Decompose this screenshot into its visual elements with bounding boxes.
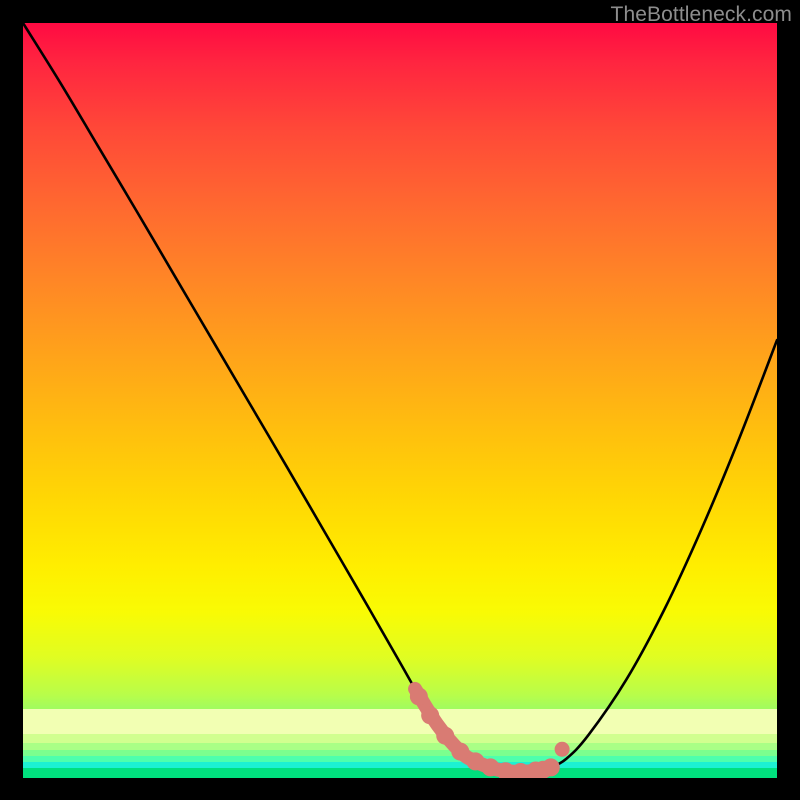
highlight-marker-extra: [555, 742, 570, 757]
highlight-marker: [542, 758, 560, 776]
highlight-marker: [410, 687, 428, 705]
highlight-marker: [436, 727, 454, 745]
bottleneck-curve: [23, 23, 777, 772]
plot-area: [23, 23, 777, 778]
chart-frame: TheBottleneck.com: [0, 0, 800, 800]
watermark-text: TheBottleneck.com: [611, 3, 792, 27]
highlight-marker: [481, 758, 499, 776]
curve-svg: [23, 23, 777, 778]
highlight-marker: [421, 706, 439, 724]
highlight-marker: [451, 743, 469, 761]
